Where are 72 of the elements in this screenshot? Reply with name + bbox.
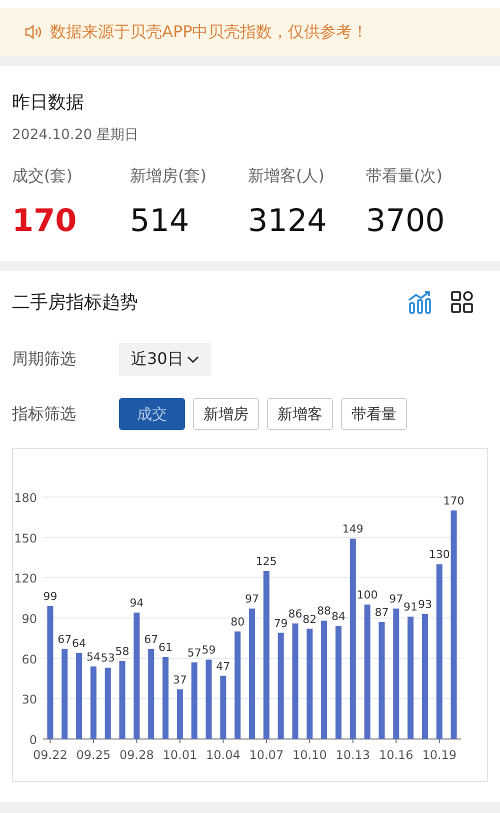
bar-value-label: 149 [342, 522, 364, 536]
bar-value-label: 97 [245, 592, 259, 606]
bar-value-label: 125 [256, 554, 277, 568]
bar-value-label: 86 [288, 607, 302, 620]
bar-value-label: 47 [216, 660, 230, 673]
notice-text: 数据来源于贝壳APP中贝壳指数，仅供参考！ [50, 22, 368, 42]
axis-tick-label: 10.07 [249, 748, 284, 762]
bar-value-label: 59 [202, 644, 216, 657]
bar-value-label: 130 [428, 548, 450, 562]
axis-tick-label: 10.13 [336, 748, 370, 762]
metric-tab[interactable]: 成交 [119, 398, 185, 430]
axis-tick-label: 10.10 [292, 748, 327, 762]
bar-value-label: 170 [443, 494, 464, 508]
metric-tab[interactable]: 新增房 [193, 398, 259, 430]
speaker-icon [24, 24, 42, 40]
section-title: 二手房指标趋势 [12, 291, 138, 314]
axis-tick-label: 30 [22, 692, 37, 707]
bar-value-label: 37 [172, 673, 187, 686]
bar [220, 676, 226, 739]
bar-value-label: 53 [100, 652, 115, 665]
bar-value-label: 54 [86, 650, 100, 664]
date-text: 2024.10.20 星期日 [12, 126, 140, 144]
metric-tab[interactable]: 带看量 [341, 398, 407, 430]
filter-label: 周期筛选 [12, 349, 77, 370]
stat-label: 带看量(次) [366, 166, 444, 187]
section-title: 昨日数据 [12, 91, 85, 114]
period-dropdown[interactable]: 近30日 [119, 343, 212, 376]
stat-value: 3700 [366, 203, 446, 239]
bar-value-label: 79 [274, 616, 288, 630]
bar-value-label: 97 [389, 592, 404, 606]
bar-value-label: 58 [115, 645, 130, 658]
axis-tick-label: 0 [29, 733, 37, 747]
bar-value-label: 67 [58, 632, 72, 646]
bar-value-label: 94 [130, 596, 144, 610]
axis-tick-label: 10.01 [162, 748, 198, 762]
bar-value-label: 67 [144, 632, 158, 646]
stat-value: 3124 [248, 203, 328, 239]
stat-label: 新增客(人) [248, 166, 326, 187]
bar-value-label: 91 [404, 600, 418, 614]
axis-tick-label: 09.25 [76, 748, 111, 762]
bar [104, 668, 111, 739]
bar-value-label: 84 [331, 610, 346, 624]
filter-label: 指标筛选 [12, 404, 77, 424]
bar-value-label: 93 [418, 598, 432, 611]
axis-tick-label: 09.28 [120, 748, 154, 762]
axis-tick-label: 10.04 [206, 748, 240, 762]
bar-value-label: 87 [374, 606, 389, 620]
bar-value-label: 100 [356, 588, 378, 602]
axis-tick-label: 150 [14, 531, 37, 546]
bar-chart-icon[interactable] [408, 290, 432, 314]
axis-tick-label: 60 [22, 652, 37, 666]
stat-value: 170 [12, 203, 78, 239]
bar-value-label: 61 [158, 641, 173, 654]
stat-label: 新增房(套) [130, 166, 208, 187]
bar-value-label: 64 [72, 636, 86, 650]
axis-tick-label: 10.16 [378, 748, 414, 762]
grid-icon[interactable] [450, 290, 474, 314]
axis-tick-label: 90 [22, 612, 37, 626]
bar-value-label: 82 [302, 612, 317, 626]
metric-tab[interactable]: 新增客 [267, 398, 333, 430]
axis-tick-label: 10.19 [422, 748, 457, 762]
stat-label: 成交(套) [12, 166, 74, 187]
bar-value-label: 57 [187, 646, 202, 660]
axis-tick-label: 120 [14, 572, 37, 586]
bar-value-label: 80 [230, 615, 245, 628]
stat-value: 514 [130, 203, 190, 239]
bar-value-label: 99 [43, 590, 58, 603]
axis-tick-label: 09.22 [33, 748, 68, 762]
bar [176, 689, 183, 739]
caret-icon [187, 356, 200, 364]
bar-value-label: 88 [317, 604, 332, 618]
axis-tick-label: 180 [14, 491, 37, 505]
